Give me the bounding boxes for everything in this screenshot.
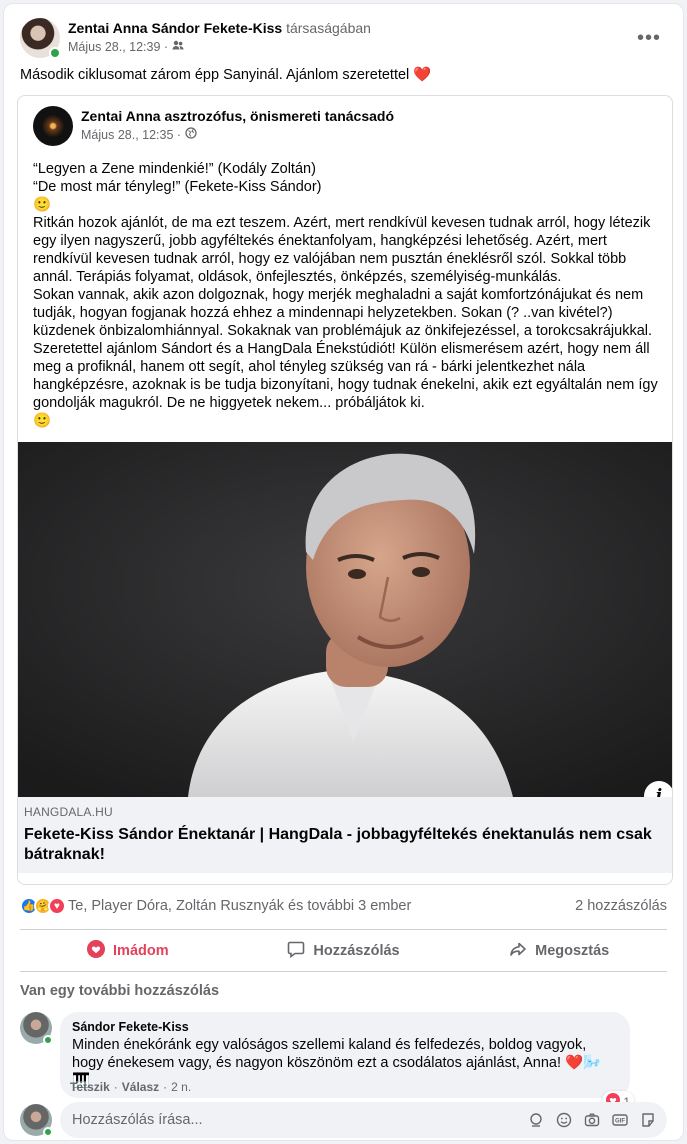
portrait-illustration	[18, 442, 672, 797]
shared-paragraph: 🙂	[33, 197, 52, 213]
sticker-icon[interactable]	[639, 1111, 657, 1129]
separator: ·	[163, 1080, 168, 1094]
shared-paragraph: “De most már tényleg!” (Fekete-Kiss Sánd…	[33, 179, 322, 195]
link-domain: HANGDALA.HU	[24, 805, 113, 819]
post-card: Zentai Anna Sándor Fekete-Kiss társaságá…	[3, 3, 684, 1141]
shared-paragraph: Sokan vannak, akik azon dolgoznak, hogy …	[33, 287, 653, 339]
shared-post[interactable]: Zentai Anna asztrozófus, önismereti taná…	[17, 95, 673, 885]
emoji-icon[interactable]	[555, 1111, 573, 1129]
separator: ·	[113, 1080, 118, 1094]
action-bar: Imádom Hozzászólás Megosztás	[20, 929, 667, 972]
post-timestamp[interactable]: Május 28., 12:39 ·	[68, 40, 168, 56]
reaction-names[interactable]: Te, Plаyer Dóra, Zoltán Rusznyák és tová…	[68, 898, 411, 914]
comment-like-link[interactable]: Tetszik	[70, 1080, 110, 1094]
shared-paragraph: Ritkán hozok ajánlót, de ma ezt teszem. …	[33, 215, 651, 285]
reactions-bar: 👍 🤗 ♥ Te, Plаyer Dóra, Zoltán Rusznyák é…	[20, 893, 667, 919]
comment-input-placeholder: Hozzászólás írása...	[72, 1112, 203, 1128]
share-button[interactable]: Megosztás	[451, 930, 667, 971]
view-more-comments[interactable]: Van egy további hozzászólás	[20, 983, 219, 999]
shared-text: “Legyen a Zene mindenkié!” (Kodály Zoltá…	[33, 160, 660, 430]
share-icon	[509, 940, 527, 962]
love-reaction-icon: ♥	[48, 897, 66, 915]
love-button[interactable]: Imádom	[20, 930, 236, 971]
comment-button[interactable]: Hozzászólás	[236, 930, 452, 971]
heart-icon	[87, 939, 106, 962]
shared-author-avatar[interactable]	[33, 106, 73, 146]
link-preview-caption[interactable]: HANGDALA.HU Fekete-Kiss Sándor Énektanár…	[18, 797, 672, 873]
svg-text:GIF: GIF	[615, 1119, 625, 1125]
link-title[interactable]: Fekete-Kiss Sándor Énektanár | HangDala …	[24, 825, 672, 865]
comment-composer: Hozzászólás írása... GIF	[20, 1102, 667, 1138]
comment-icon	[287, 940, 305, 962]
online-status-icon	[43, 1127, 53, 1137]
comment-actions: Tetszik · Válasz · 2 n.	[70, 1080, 191, 1094]
reaction-icons[interactable]: 👍 🤗 ♥	[20, 897, 66, 915]
link-preview-photo[interactable]: i	[18, 442, 672, 797]
comment-reply-link[interactable]: Válasz	[122, 1080, 159, 1094]
post-header: Zentai Anna Sándor Fekete-Kiss társaságá…	[20, 16, 667, 60]
shared-paragraph: Szeretettel ajánlom Sándort és a HangDal…	[33, 341, 658, 411]
author-name[interactable]: Zentai Anna Sándor Fekete-Kiss	[68, 20, 282, 36]
with-text: társaságában	[286, 19, 371, 36]
comment-input[interactable]: Hozzászólás írása... GIF	[60, 1102, 667, 1138]
more-options-icon[interactable]: •••	[631, 20, 667, 56]
comments-count[interactable]: 2 hozzászólás	[575, 898, 667, 914]
shared-paragraph: 🙂	[33, 413, 52, 429]
share-label: Megosztás	[535, 942, 610, 959]
comment-label: Hozzászólás	[313, 942, 400, 959]
comment-age[interactable]: 2 n.	[171, 1080, 191, 1094]
shared-timestamp[interactable]: Május 28., 12:35 ·	[81, 128, 181, 144]
author-avatar[interactable]	[20, 18, 61, 59]
camera-icon[interactable]	[583, 1111, 601, 1129]
gif-icon[interactable]: GIF	[611, 1111, 629, 1129]
shared-paragraph: “Legyen a Zene mindenkié!” (Kodály Zoltá…	[33, 161, 316, 177]
comment-author[interactable]: Sándor Fekete-Kiss	[72, 1020, 618, 1034]
online-status-icon	[43, 1035, 53, 1045]
commenter-avatar[interactable]	[20, 1012, 53, 1045]
friends-audience-icon[interactable]	[172, 39, 184, 56]
shared-author-name[interactable]: Zentai Anna asztrozófus, önismereti taná…	[81, 108, 394, 124]
post-text: Második ciklusomat zárom épp Sanyinál. A…	[20, 67, 432, 83]
avatar-sticker-icon[interactable]	[527, 1111, 545, 1129]
current-user-avatar[interactable]	[20, 1104, 53, 1137]
online-status-icon	[49, 47, 61, 59]
globe-icon	[185, 127, 197, 144]
love-label: Imádom	[113, 942, 169, 959]
